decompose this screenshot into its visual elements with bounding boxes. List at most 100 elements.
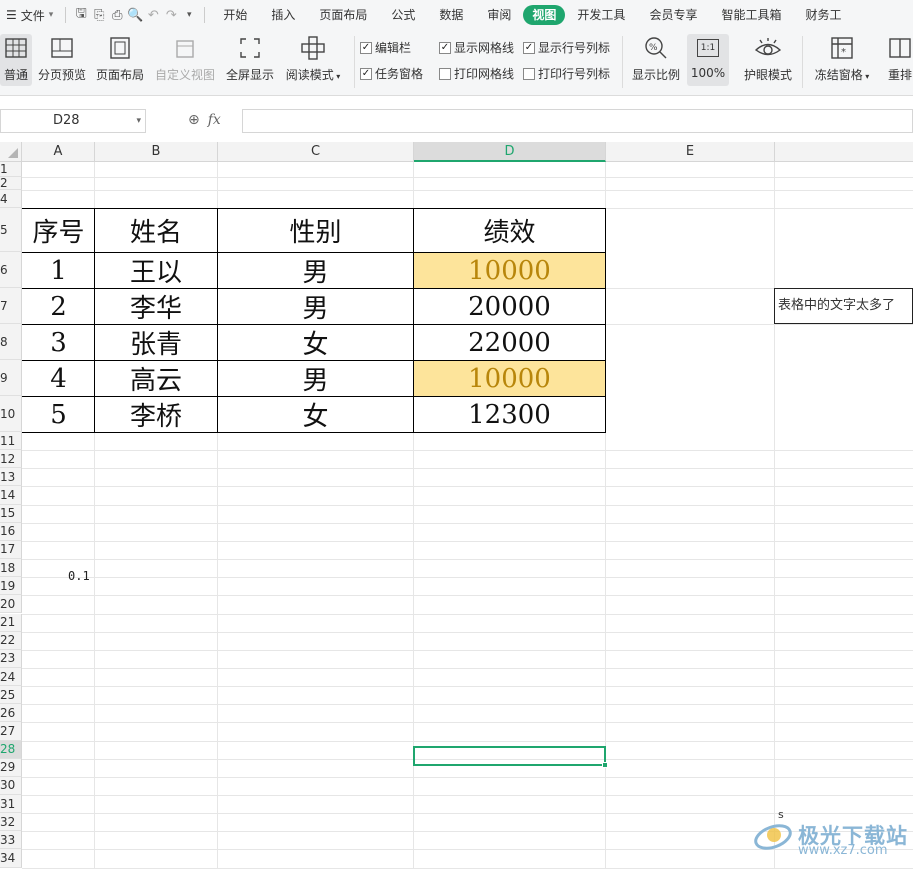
tab-member[interactable]: 会员专享 bbox=[637, 5, 709, 25]
table-cell[interactable]: 男 bbox=[218, 253, 413, 288]
table-header-serial[interactable]: 序号 bbox=[23, 209, 94, 252]
note-cell[interactable]: 表格中的文字太多了 bbox=[774, 288, 913, 324]
tab-developer[interactable]: 开发工具 bbox=[565, 5, 637, 25]
file-menu[interactable]: ☰ 文件 ▾ bbox=[0, 7, 59, 24]
tab-finance[interactable]: 财务工 bbox=[793, 5, 853, 25]
row-header[interactable]: 8 bbox=[0, 324, 22, 360]
row-header[interactable]: 11 bbox=[0, 432, 22, 451]
row-header[interactable]: 20 bbox=[0, 595, 22, 614]
table-cell[interactable]: 1 bbox=[23, 253, 94, 288]
table-cell[interactable]: 5 bbox=[23, 397, 94, 432]
tab-view[interactable]: 视图 bbox=[523, 5, 566, 25]
row-header[interactable]: 6 bbox=[0, 252, 22, 288]
table-cell[interactable]: 高云 bbox=[95, 361, 217, 396]
table-cell[interactable]: 20000 bbox=[414, 289, 605, 324]
zoom-100-button[interactable]: 1:1 100% bbox=[687, 34, 729, 86]
table-header-performance[interactable]: 绩效 bbox=[414, 209, 605, 252]
tab-review[interactable]: 审阅 bbox=[475, 5, 523, 25]
row-header[interactable]: 22 bbox=[0, 631, 22, 650]
freeze-panes-button[interactable]: * 冻结窗格 ▾ bbox=[812, 34, 872, 86]
tab-smart-tools[interactable]: 智能工具箱 bbox=[709, 5, 793, 25]
table-cell[interactable]: 张青 bbox=[95, 325, 217, 360]
row-header[interactable]: 12 bbox=[0, 450, 22, 469]
row-header[interactable]: 27 bbox=[0, 722, 22, 741]
table-cell[interactable]: 王以 bbox=[95, 253, 217, 288]
column-header-a[interactable]: A bbox=[22, 142, 95, 162]
column-header-f[interactable] bbox=[775, 142, 913, 162]
page-layout-view-button[interactable]: 页面布局 bbox=[94, 34, 146, 86]
row-header[interactable]: 16 bbox=[0, 522, 22, 541]
table-cell[interactable]: 男 bbox=[218, 361, 413, 396]
fullscreen-button[interactable]: 全屏显示 bbox=[224, 34, 276, 86]
read-mode-button[interactable]: 阅读模式 ▾ bbox=[284, 34, 342, 86]
row-header[interactable]: 19 bbox=[0, 577, 22, 596]
row-header[interactable]: 10 bbox=[0, 396, 22, 432]
tab-home[interactable]: 开始 bbox=[211, 5, 259, 25]
row-header[interactable]: 29 bbox=[0, 758, 22, 777]
table-cell-d6[interactable]: 10000 bbox=[414, 253, 605, 288]
row-header[interactable]: 1 bbox=[0, 162, 22, 177]
table-cell-d9[interactable]: 10000 bbox=[414, 361, 605, 396]
row-header[interactable]: 18 bbox=[0, 559, 22, 578]
row-header[interactable]: 26 bbox=[0, 704, 22, 723]
print-headings-checkbox[interactable]: 打印行号列标 bbox=[523, 65, 610, 82]
table-cell[interactable]: 女 bbox=[218, 397, 413, 432]
undo-icon[interactable]: ↶ bbox=[144, 6, 162, 24]
row-header[interactable]: 25 bbox=[0, 686, 22, 705]
table-cell[interactable]: 李桥 bbox=[95, 397, 217, 432]
cell-a18[interactable]: 0.1 bbox=[68, 569, 90, 583]
tab-insert[interactable]: 插入 bbox=[259, 5, 307, 25]
zoom-button[interactable]: % 显示比例 bbox=[630, 34, 682, 86]
fx-icon[interactable]: fx bbox=[208, 112, 221, 128]
page-break-preview-button[interactable]: 分页预览 bbox=[36, 34, 88, 86]
table-cell[interactable]: 男 bbox=[218, 289, 413, 324]
active-cell-d28[interactable] bbox=[413, 746, 608, 768]
table-header-name[interactable]: 姓名 bbox=[95, 209, 217, 252]
fill-handle[interactable] bbox=[602, 762, 608, 768]
table-cell[interactable]: 22000 bbox=[414, 325, 605, 360]
redo-icon[interactable]: ↷ bbox=[162, 6, 180, 24]
spreadsheet-grid[interactable]: A B C D E 1 2 4 5 6 7 8 9 10 11 12 13 14 15 1… bbox=[0, 142, 913, 869]
column-header-c[interactable]: C bbox=[218, 142, 414, 162]
table-cell[interactable]: 李华 bbox=[95, 289, 217, 324]
row-header[interactable]: 9 bbox=[0, 360, 22, 396]
row-header[interactable]: 15 bbox=[0, 504, 22, 523]
save-icon[interactable]: 🖫 bbox=[72, 6, 90, 24]
row-header[interactable]: 4 bbox=[0, 190, 22, 208]
row-header[interactable]: 34 bbox=[0, 849, 22, 868]
row-header[interactable]: 5 bbox=[0, 208, 22, 252]
name-box[interactable]: D28 ▾ bbox=[0, 109, 146, 133]
print-icon[interactable]: ⎙ bbox=[108, 6, 126, 24]
zoom-search-icon[interactable]: ⊕ bbox=[188, 112, 200, 128]
gridlines-checkbox[interactable]: ✓ 显示网格线 bbox=[439, 39, 514, 56]
row-header[interactable]: 33 bbox=[0, 831, 22, 850]
table-cell[interactable]: 4 bbox=[23, 361, 94, 396]
select-all-corner[interactable] bbox=[0, 142, 22, 162]
table-cell[interactable]: 2 bbox=[23, 289, 94, 324]
formula-input[interactable] bbox=[242, 109, 913, 133]
row-header[interactable]: 2 bbox=[0, 176, 22, 190]
chevron-down-icon[interactable]: ▾ bbox=[136, 110, 141, 132]
eye-protection-button[interactable]: 护眼模式 bbox=[742, 34, 794, 86]
row-header[interactable]: 23 bbox=[0, 649, 22, 668]
formula-bar-checkbox[interactable]: ✓ 编辑栏 bbox=[360, 39, 411, 56]
row-header[interactable]: 17 bbox=[0, 540, 22, 560]
column-header-e[interactable]: E bbox=[606, 142, 775, 162]
row-header[interactable]: 32 bbox=[0, 813, 22, 832]
export-icon[interactable]: ⎘ bbox=[90, 6, 108, 24]
row-header[interactable]: 21 bbox=[0, 613, 22, 632]
table-cell[interactable]: 3 bbox=[23, 325, 94, 360]
row-header[interactable]: 31 bbox=[0, 795, 22, 814]
row-header[interactable]: 14 bbox=[0, 486, 22, 505]
row-header[interactable]: 30 bbox=[0, 776, 22, 795]
row-header[interactable]: 7 bbox=[0, 288, 22, 324]
print-preview-icon[interactable]: 🔍 bbox=[126, 6, 144, 24]
tab-page-layout[interactable]: 页面布局 bbox=[307, 5, 379, 25]
tab-formulas[interactable]: 公式 bbox=[379, 5, 427, 25]
tab-data[interactable]: 数据 bbox=[427, 5, 475, 25]
table-header-gender[interactable]: 性别 bbox=[218, 209, 413, 252]
headings-checkbox[interactable]: ✓ 显示行号列标 bbox=[523, 39, 610, 56]
row-header[interactable]: 28 bbox=[0, 740, 22, 759]
custom-view-button[interactable]: 自定义视图 bbox=[154, 34, 216, 86]
print-gridlines-checkbox[interactable]: 打印网格线 bbox=[439, 65, 514, 82]
